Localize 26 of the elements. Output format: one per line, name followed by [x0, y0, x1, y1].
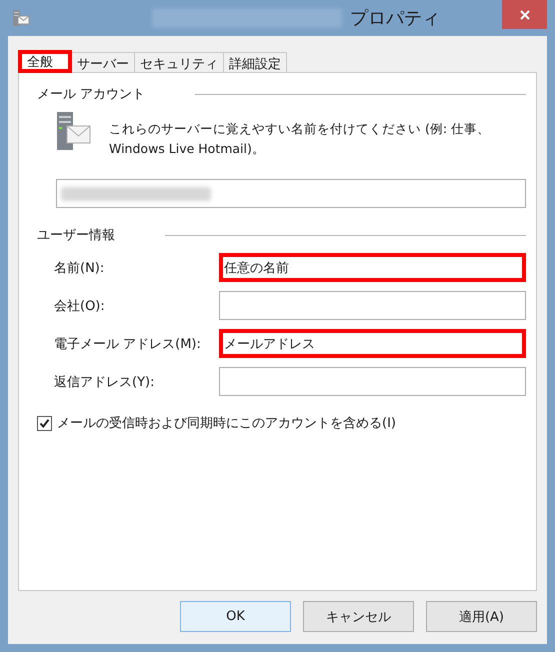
checkbox-label: メールの受信時および同期時にこのアカウントを含める(I) [57, 415, 396, 432]
dialog-button[interactable]: 適用(A) [426, 601, 537, 632]
input-field[interactable] [219, 291, 526, 320]
group-heading: ユーザー情報 [37, 227, 115, 244]
tab[interactable]: サーバー [71, 52, 135, 73]
tab[interactable]: セキュリティ [134, 52, 224, 73]
dialog-button[interactable]: キャンセル [303, 601, 414, 632]
input-field[interactable]: 任意の名前 [219, 253, 526, 282]
field-label: 会社(O): [53, 298, 106, 314]
mail-server-icon [55, 111, 91, 151]
input-field[interactable]: メールアドレス [219, 329, 526, 358]
mail-server-icon [12, 9, 30, 27]
dialog-button[interactable]: OK [180, 601, 291, 632]
tab[interactable]: 詳細設定 [223, 52, 287, 73]
field-label: 電子メール アドレス(M): [53, 336, 202, 352]
group-heading: メール アカウント [37, 86, 146, 103]
tab[interactable]: 全般 [18, 50, 72, 73]
checkbox[interactable] [37, 416, 52, 430]
field-label: 返信アドレス(Y): [53, 374, 156, 390]
window-title: プロパティ [350, 7, 440, 30]
account-name-field[interactable] [56, 179, 526, 208]
close-icon [518, 8, 530, 20]
input-field[interactable] [219, 367, 526, 396]
description-text: これらのサーバーに覚えやすい名前を付けてください (例: 仕事、Windows Live Hotmail)。 [109, 120, 492, 158]
close-button[interactable] [502, 0, 547, 29]
field-label: 名前(N): [53, 260, 106, 276]
